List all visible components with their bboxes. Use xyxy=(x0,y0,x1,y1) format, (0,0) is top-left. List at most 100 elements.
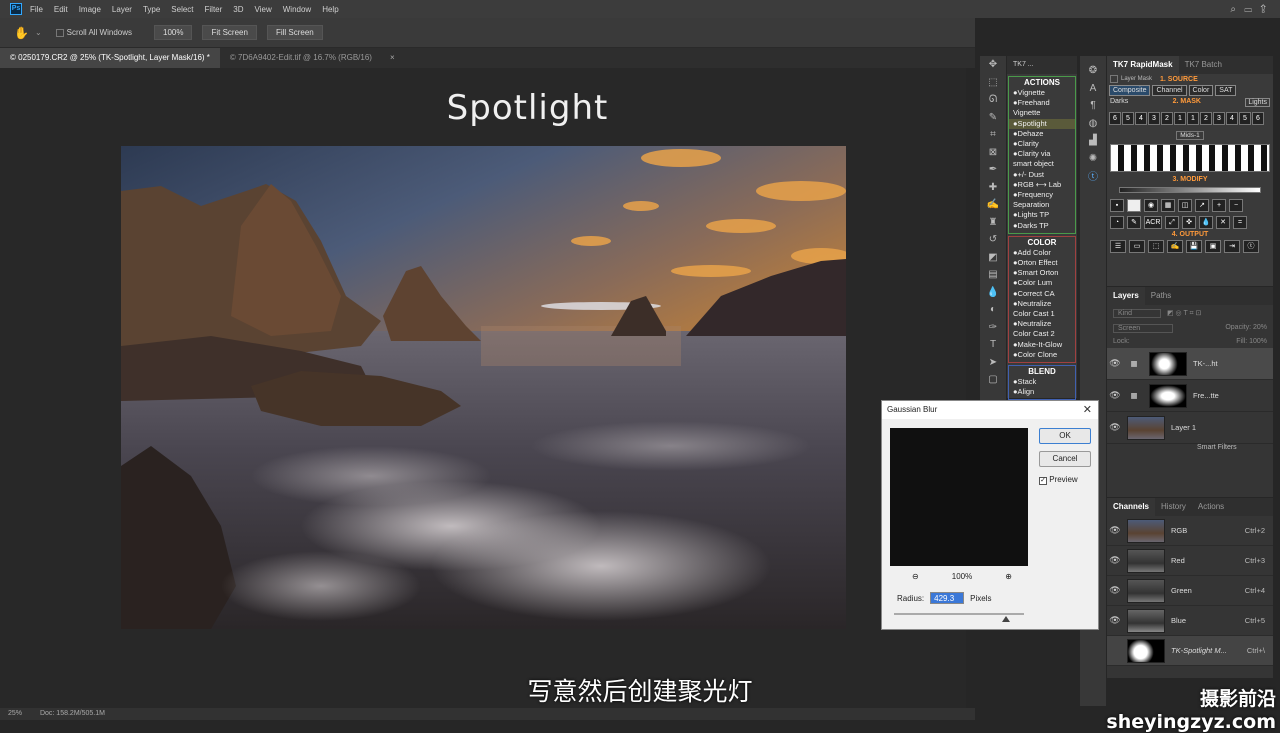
eye-icon[interactable]: 👁 xyxy=(1107,525,1123,536)
modify-icon-7[interactable]: ◔ xyxy=(1110,216,1124,229)
crop-icon[interactable]: ⌗ xyxy=(980,126,1006,144)
document-photo[interactable] xyxy=(121,146,846,629)
lights-2-button[interactable]: 2 xyxy=(1200,112,1212,125)
layer-row[interactable]: 👁 ▦ Fre...tte xyxy=(1107,380,1273,412)
acr-button[interactable]: ACR xyxy=(1144,216,1162,229)
modify-icon-5[interactable]: ◫ xyxy=(1178,199,1192,212)
eyedropper-icon[interactable]: ✒ xyxy=(980,161,1006,179)
menu-help[interactable]: Help xyxy=(322,5,338,14)
action-make-it-glow[interactable]: ●Make-It-Glow xyxy=(1009,340,1075,350)
blur-icon[interactable]: 💧 xyxy=(980,284,1006,302)
darks-1-button[interactable]: 1 xyxy=(1174,112,1186,125)
cancel-button[interactable]: Cancel xyxy=(1039,451,1091,467)
zoom-100-button[interactable]: 100% xyxy=(154,25,193,40)
tab-batch[interactable]: TK7 Batch xyxy=(1179,56,1228,74)
layer-kind-filter[interactable]: Kind xyxy=(1113,309,1161,318)
minus-icon[interactable]: − xyxy=(1229,199,1243,212)
frame-icon[interactable]: ⊠ xyxy=(980,144,1006,162)
dodge-icon[interactable]: ◐ xyxy=(980,301,1006,319)
source-color-button[interactable]: Color xyxy=(1188,85,1214,96)
channel-row[interactable]: 👁 Red Ctrl+3 xyxy=(1107,546,1273,576)
rectangle-icon[interactable]: ▢ xyxy=(980,371,1006,389)
source-sat-button[interactable]: SAT xyxy=(1215,85,1237,96)
modify-icon-1[interactable]: ▪ xyxy=(1110,199,1124,212)
tab-document-1[interactable]: © 0250179.CR2 @ 25% (TK-Spotlight, Layer… xyxy=(0,48,220,68)
source-channel-button[interactable]: Channel xyxy=(1152,85,1187,96)
lasso-icon[interactable]: ᘏ xyxy=(980,91,1006,109)
type-icon[interactable]: T xyxy=(980,336,1006,354)
brush-icon[interactable]: ✍ xyxy=(980,196,1006,214)
blur-preview-pane[interactable] xyxy=(890,428,1028,566)
darks-label[interactable]: Darks xyxy=(1110,98,1128,107)
libraries-icon[interactable]: ◍ xyxy=(1080,115,1106,133)
action-neutralize-1[interactable]: ●Neutralize xyxy=(1009,299,1075,309)
channel-row[interactable]: 👁 Blue Ctrl+5 xyxy=(1107,606,1273,636)
tk-panel-icon[interactable]: ⓣ xyxy=(1080,167,1106,185)
tab-document-2[interactable]: © 7D6A9402-Edit.tif @ 16.7% (RGB/16) × xyxy=(220,48,405,68)
channel-row[interactable]: TK-Spotlight M... Ctrl+\ xyxy=(1107,636,1273,666)
darks-2-button[interactable]: 2 xyxy=(1161,112,1173,125)
healing-icon[interactable]: ✚ xyxy=(980,179,1006,197)
layer-row[interactable]: 👁 ▦ TK-...ht xyxy=(1107,348,1273,380)
modify-icon-4[interactable]: ▦ xyxy=(1161,199,1175,212)
eye-icon[interactable]: 👁 xyxy=(1107,615,1123,626)
tab-channels[interactable]: Channels xyxy=(1107,498,1156,516)
darks-4-button[interactable]: 4 xyxy=(1135,112,1147,125)
tab-history[interactable]: History xyxy=(1155,498,1192,516)
blend-mode-select[interactable]: Screen xyxy=(1113,324,1173,333)
menu-window[interactable]: Window xyxy=(283,5,311,14)
lights-4-button[interactable]: 4 xyxy=(1226,112,1238,125)
action-dust[interactable]: ●+/- Dust xyxy=(1009,170,1075,180)
histogram-icon[interactable]: ▟ xyxy=(1080,132,1106,150)
equals-icon[interactable]: = xyxy=(1233,216,1247,229)
character-icon[interactable]: A xyxy=(1080,80,1106,98)
close-icon[interactable]: × xyxy=(390,53,395,62)
stamp-icon[interactable]: ♜ xyxy=(980,214,1006,232)
channel-row[interactable]: 👁 Green Ctrl+4 xyxy=(1107,576,1273,606)
menu-type[interactable]: Type xyxy=(143,5,160,14)
action-neutralize-2[interactable]: ●Neutralize xyxy=(1009,319,1075,329)
quick-select-icon[interactable]: ✎ xyxy=(980,109,1006,127)
action-dehaze[interactable]: ●Dehaze xyxy=(1009,129,1075,139)
output-brush-icon[interactable]: ✍ xyxy=(1167,240,1183,253)
action-spotlight[interactable]: ●Spotlight xyxy=(1009,118,1075,129)
layer-thumb[interactable] xyxy=(1127,415,1165,440)
drop-icon[interactable]: 💧 xyxy=(1199,216,1213,229)
fill-screen-button[interactable]: Fill Screen xyxy=(266,25,323,40)
action-color-lum[interactable]: ●Color Lum xyxy=(1009,278,1075,288)
eye-icon[interactable]: 👁 xyxy=(1107,585,1123,596)
paths-icon[interactable]: ❂ xyxy=(1080,62,1106,80)
tk7-panel-header[interactable]: TK7 ... xyxy=(1007,56,1077,74)
action-orton-effect[interactable]: ●Orton Effect xyxy=(1009,258,1075,268)
share-icon[interactable]: ⇪ xyxy=(1260,4,1266,15)
preview-checkbox[interactable]: ✓ Preview xyxy=(1039,475,1078,485)
menu-filter[interactable]: Filter xyxy=(205,5,223,14)
hand-tool-icon[interactable]: ✋ xyxy=(14,26,29,40)
action-correct-ca[interactable]: ●Correct CA xyxy=(1009,289,1075,299)
menu-view[interactable]: View xyxy=(255,5,272,14)
fit-screen-button[interactable]: Fit Screen xyxy=(202,25,257,40)
action-lights-tp[interactable]: ●Lights TP xyxy=(1009,210,1075,220)
action-freehand[interactable]: ●Freehand xyxy=(1009,98,1075,108)
action-rgb-lab[interactable]: ●RGB ⟷ Lab xyxy=(1009,180,1075,190)
plus-icon[interactable]: + xyxy=(1212,199,1226,212)
eye-icon[interactable]: 👁 xyxy=(1107,358,1123,369)
lights-5-button[interactable]: 5 xyxy=(1239,112,1251,125)
path-select-icon[interactable]: ➤ xyxy=(980,354,1006,372)
darks-3-button[interactable]: 3 xyxy=(1148,112,1160,125)
menu-file[interactable]: File xyxy=(30,5,43,14)
output-icon-2[interactable]: ▭ xyxy=(1129,240,1145,253)
channel-row[interactable]: 👁 RGB Ctrl+2 xyxy=(1107,516,1273,546)
action-frequency[interactable]: ●Frequency xyxy=(1009,190,1075,200)
menu-image[interactable]: Image xyxy=(79,5,101,14)
status-zoom[interactable]: 25% xyxy=(8,710,22,717)
output-icon-3[interactable]: ⬚ xyxy=(1148,240,1164,253)
lights-label[interactable]: Lights xyxy=(1245,98,1270,107)
action-align[interactable]: ●Align xyxy=(1009,387,1075,397)
close-icon[interactable]: ✕ xyxy=(1083,403,1092,416)
eraser-icon[interactable]: ◩ xyxy=(980,249,1006,267)
action-clarity-via[interactable]: ●Clarity via xyxy=(1009,149,1075,159)
modify-icon-10[interactable]: ✜ xyxy=(1182,216,1196,229)
menu-select[interactable]: Select xyxy=(171,5,193,14)
zoom-in-icon[interactable]: ⊕ xyxy=(1005,572,1012,581)
